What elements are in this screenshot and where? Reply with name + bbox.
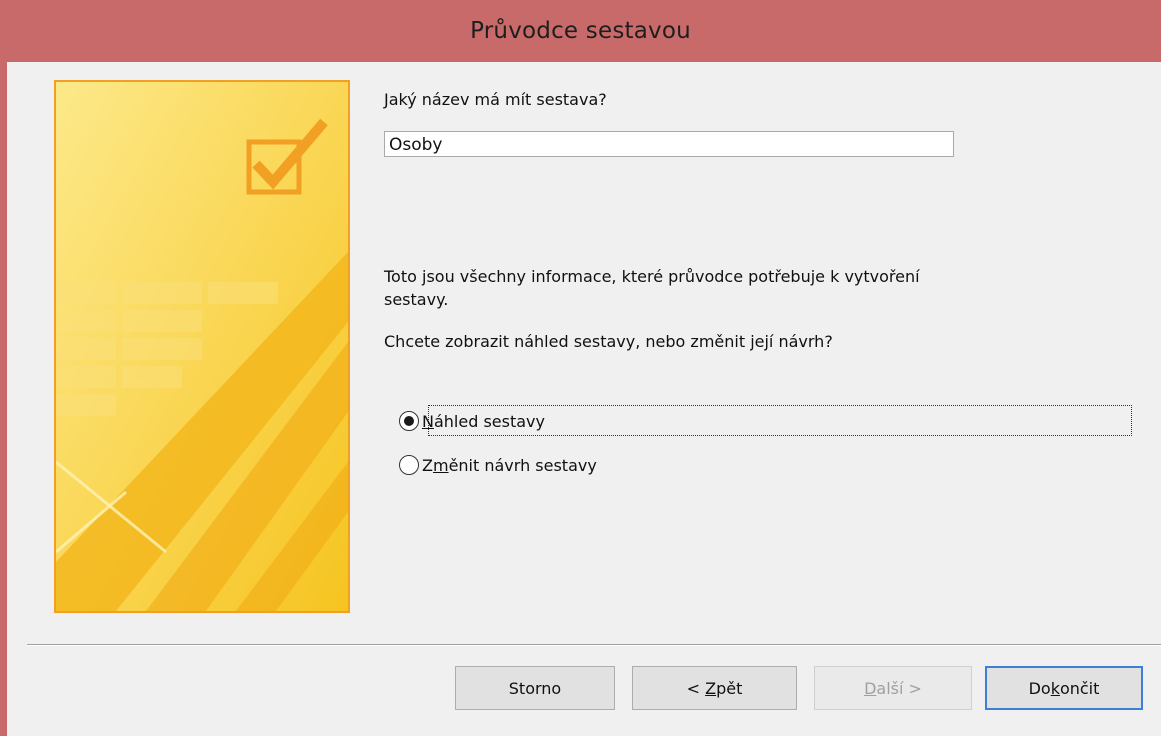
title-bar: Průvodce sestavou — [0, 0, 1161, 62]
finish-button[interactable]: Do k ončit — [985, 666, 1143, 710]
radio-preview-report[interactable]: Náhled sestavy — [399, 411, 545, 431]
dialog-client-area: Jaký název má mít sestava? Toto jsou vše… — [7, 62, 1161, 736]
wizard-side-image — [54, 80, 350, 613]
back-button[interactable]: < Zpět — [632, 666, 797, 710]
preview-or-design-question: Chcete zobrazit náhled sestavy, nebo změ… — [384, 332, 833, 351]
radio-preview-label: Náhled sestavy — [422, 411, 545, 431]
report-wizard-window: Průvodce sestavou Jaký název má mít sest… — [0, 0, 1161, 736]
report-name-input[interactable] — [384, 131, 954, 157]
window-title: Průvodce sestavou — [470, 18, 691, 44]
radio-modify-design[interactable]: Změnit návrh sestavy — [399, 455, 597, 475]
info-text-line2: sestavy. — [384, 290, 449, 309]
wizard-checkbox-illustration-icon — [56, 82, 348, 611]
next-button[interactable]: Další > — [814, 666, 972, 710]
info-text-line1: Toto jsou všechny informace, které průvo… — [384, 267, 920, 286]
radio-selected-icon[interactable] — [399, 411, 419, 431]
button-separator-highlight — [27, 645, 1161, 646]
cancel-button[interactable]: Storno — [455, 666, 615, 710]
radio-unselected-icon[interactable] — [399, 455, 419, 475]
radio-modify-label: Změnit návrh sestavy — [422, 455, 597, 475]
report-name-question: Jaký název má mít sestava? — [384, 90, 607, 109]
